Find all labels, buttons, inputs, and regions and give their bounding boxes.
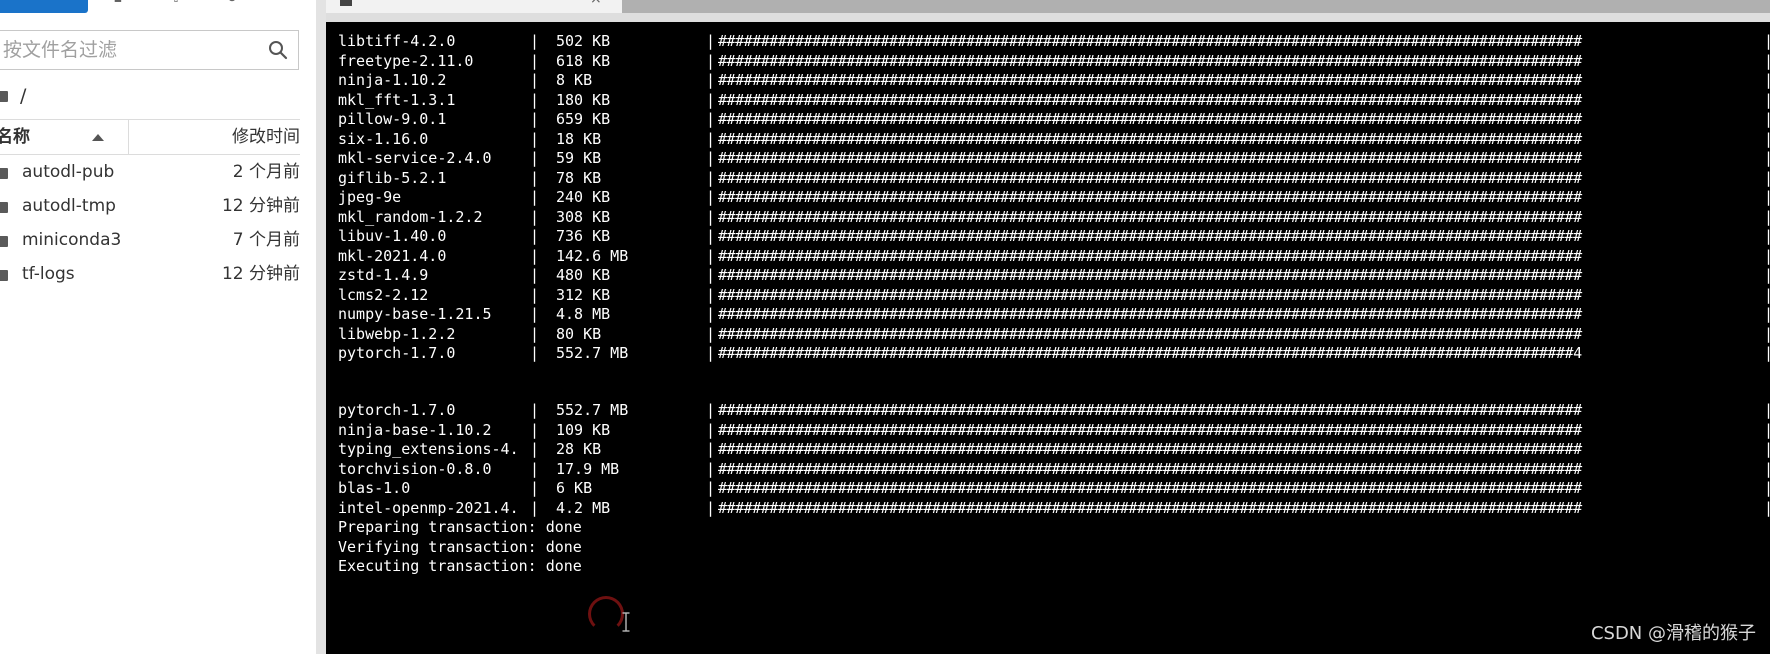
column-header-modified[interactable]: 修改时间 — [232, 120, 300, 154]
watermark: CSDN @滑稽的猴子 — [1590, 623, 1756, 644]
filter-box — [0, 30, 299, 70]
panel-resize-handle[interactable] — [316, 0, 326, 654]
file-list: autodl-pub 2 个月前 autodl-tmp 12 分钟前 minic… — [0, 155, 300, 291]
file-row-tf-logs[interactable]: tf-logs 12 分钟前 — [0, 257, 300, 291]
progress-bar: ########################################… — [718, 498, 1582, 517]
filter-input[interactable] — [3, 31, 253, 69]
breadcrumb: / — [0, 82, 26, 110]
file-row-miniconda3[interactable]: miniconda3 7 个月前 — [0, 223, 300, 257]
terminal-icon — [340, 0, 352, 6]
file-modified: 7 个月前 — [232, 230, 300, 250]
refresh-icon[interactable]: ↻ — [224, 0, 240, 6]
file-modified: 12 分钟前 — [221, 196, 300, 216]
new-launcher-button[interactable] — [0, 0, 88, 13]
loading-spinner-icon — [588, 596, 624, 632]
file-name: tf-logs — [22, 264, 75, 284]
column-header-name[interactable]: 名称 — [0, 120, 128, 154]
column-separator: | — [706, 344, 716, 362]
close-icon[interactable]: × — [590, 0, 602, 7]
file-name: autodl-pub — [22, 162, 115, 182]
file-name: miniconda3 — [22, 230, 122, 250]
folder-icon — [0, 270, 8, 281]
folder-icon — [0, 90, 8, 102]
search-icon[interactable] — [268, 40, 288, 60]
tab-terminal[interactable]: × — [326, 0, 622, 13]
file-modified: 12 分钟前 — [221, 264, 300, 284]
column-separator: | — [706, 498, 716, 517]
text-cursor-icon — [622, 612, 630, 632]
package-name: pytorch-1.7.0 — [338, 344, 456, 362]
upload-icon[interactable]: ⇧ — [168, 0, 184, 6]
progress-bar: ########################################… — [718, 344, 1582, 362]
file-row-autodl-tmp[interactable]: autodl-tmp 12 分钟前 — [0, 189, 300, 223]
file-name: autodl-tmp — [22, 196, 116, 216]
breadcrumb-root[interactable]: / — [20, 85, 26, 107]
file-row-autodl-pub[interactable]: autodl-pub 2 个月前 — [0, 155, 300, 189]
tab-bar: × — [326, 0, 1770, 22]
column-separator: | — [1764, 498, 1770, 517]
file-modified: 2 个月前 — [232, 162, 300, 182]
folder-icon — [0, 168, 8, 179]
column-separator: | — [1764, 344, 1770, 362]
transaction-message: Executing transaction: done — [338, 557, 582, 575]
new-folder-icon[interactable]: ▪ — [110, 0, 126, 6]
file-list-header: 名称 修改时间 — [0, 119, 300, 155]
package-size: 552.7 MB — [556, 344, 629, 362]
terminal-output[interactable]: libtiff-4.2.0 | 502 KB | ###################… — [326, 22, 1770, 654]
folder-icon — [0, 236, 8, 247]
folder-icon — [0, 202, 8, 213]
tab-strip — [622, 0, 1770, 13]
column-divider[interactable] — [128, 120, 129, 154]
file-browser-sidebar: ▪ ⇧ ↻ / 名称 修改时间 autodl-pub 2 个月前 autodl-… — [0, 0, 316, 654]
file-browser-toolbar: ▪ ⇧ ↻ — [0, 0, 316, 14]
column-separator: | — [530, 344, 540, 362]
sort-ascending-icon[interactable] — [92, 134, 104, 141]
